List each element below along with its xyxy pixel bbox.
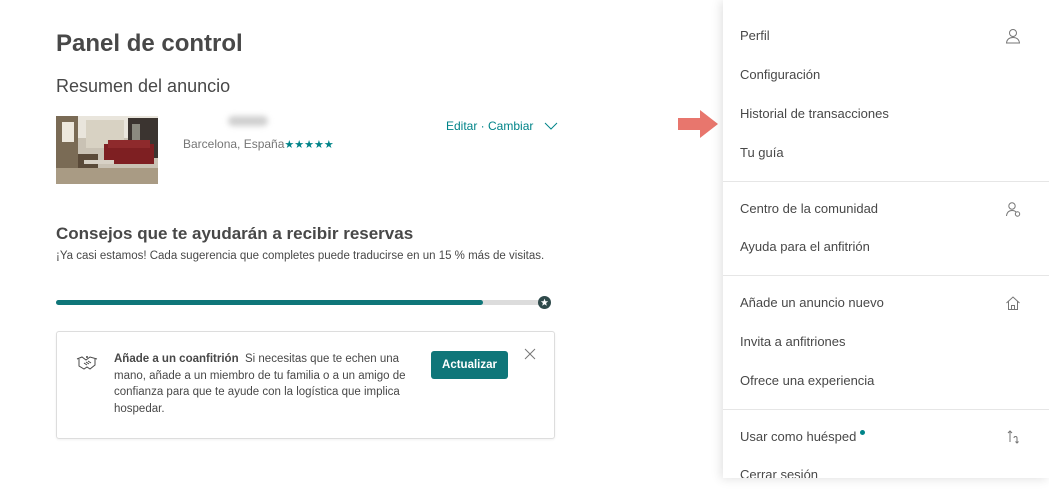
menu-item-add-listing[interactable]: Añade un anuncio nuevo (740, 293, 1030, 313)
menu-item-invite-hosts[interactable]: Invita a anfitriones (740, 332, 1030, 352)
menu-item-host-help[interactable]: Ayuda para el anfitrión (740, 237, 1030, 257)
menu-item-profile[interactable]: Perfil (740, 26, 1030, 46)
listing-location: Barcelona, España★★★★★ (183, 137, 334, 151)
menu-divider (723, 275, 1049, 276)
notification-dot (860, 430, 866, 435)
tips-description: ¡Ya casi estamos! Cada sugerencia que co… (56, 250, 545, 262)
listing-name-redacted (228, 116, 268, 126)
menu-item-offer-experience[interactable]: Ofrece una experiencia (740, 371, 1030, 391)
update-button[interactable]: Actualizar (431, 351, 508, 379)
progress-fill (56, 300, 483, 305)
switch-icon (1007, 430, 1019, 444)
switch-to-guest-label: Usar como huésped (740, 429, 857, 444)
cohost-card-title: Añade a un coanfitrión (114, 353, 239, 365)
cohost-card-text: Añade a un coanfitrión Si necesitas que … (114, 351, 414, 417)
menu-divider (723, 181, 1049, 182)
close-icon[interactable] (523, 347, 537, 361)
rating-stars: ★★★★★ (284, 139, 334, 151)
account-menu: Perfil Configuración Historial de transa… (723, 0, 1049, 478)
location-text: Barcelona, España (183, 137, 285, 151)
tips-title: Consejos que te ayudarán a recibir reser… (56, 224, 414, 243)
page-title: Panel de control (56, 30, 243, 57)
cohost-suggestion-card: Añade a un coanfitrión Si necesitas que … (56, 331, 555, 439)
listing-photo[interactable] (56, 116, 158, 184)
star-badge-icon (538, 296, 551, 309)
community-icon (1006, 202, 1021, 217)
menu-item-settings[interactable]: Configuración (740, 65, 1030, 85)
chevron-down-icon[interactable] (544, 121, 558, 131)
menu-divider (723, 409, 1049, 410)
user-icon (1005, 29, 1021, 44)
handshake-icon (76, 356, 98, 370)
menu-item-guide[interactable]: Tu guía (740, 143, 1030, 163)
arrow-right-icon (678, 110, 718, 138)
tips-progress-bar (56, 300, 541, 305)
menu-item-transaction-history[interactable]: Historial de transacciones (740, 104, 1030, 124)
menu-item-logout[interactable]: Cerrar sesión (740, 465, 1030, 478)
menu-item-community-center[interactable]: Centro de la comunidad (740, 199, 1030, 219)
listing-summary-title: Resumen del anuncio (56, 76, 231, 96)
edit-change-link[interactable]: Editar · Cambiar (446, 119, 533, 133)
home-icon (1006, 296, 1020, 310)
menu-item-switch-to-guest[interactable]: Usar como huésped (740, 427, 1030, 447)
